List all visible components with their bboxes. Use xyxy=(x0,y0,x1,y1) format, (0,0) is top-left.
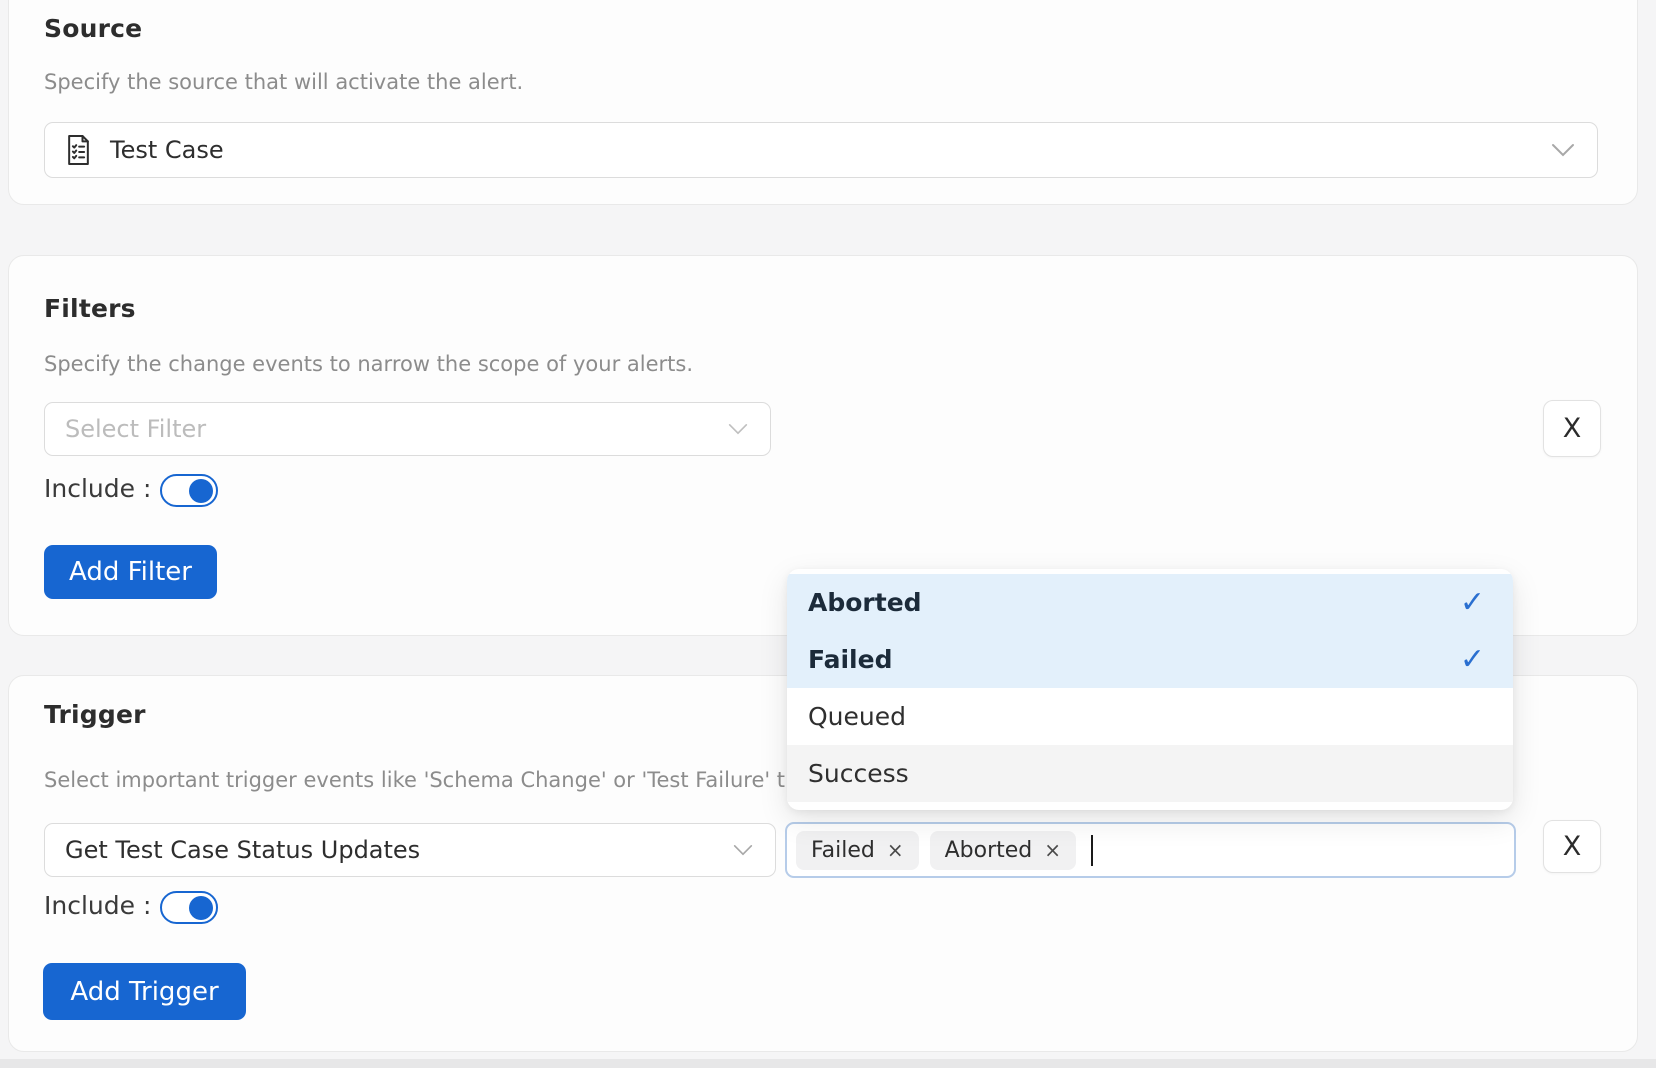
dropdown-option-success[interactable]: Success xyxy=(787,745,1513,802)
source-description: Specify the source that will activate th… xyxy=(44,70,523,94)
chevron-down-icon xyxy=(1551,143,1575,157)
page-bottom-strip xyxy=(0,1059,1656,1068)
text-cursor xyxy=(1091,835,1093,866)
source-select[interactable]: Test Case xyxy=(44,122,1598,178)
dropdown-option-label: Failed xyxy=(808,645,892,674)
alert-config-page: Source Specify the source that will acti… xyxy=(0,0,1656,1068)
toggle-knob xyxy=(189,479,213,503)
status-dropdown-menu: Aborted ✓ Failed ✓ Queued Success xyxy=(787,569,1513,810)
dropdown-option-label: Queued xyxy=(808,702,906,731)
chip-label: Failed xyxy=(811,838,875,863)
selected-event-chip: Failed × xyxy=(796,831,919,870)
trigger-select[interactable]: Get Test Case Status Updates xyxy=(44,823,776,877)
selected-event-chip: Aborted × xyxy=(930,831,1076,870)
source-title: Source xyxy=(44,14,142,43)
chip-label: Aborted xyxy=(945,838,1033,863)
trigger-select-value: Get Test Case Status Updates xyxy=(65,836,420,864)
toggle-knob xyxy=(189,896,213,920)
check-icon: ✓ xyxy=(1460,642,1485,677)
chip-remove-icon[interactable]: × xyxy=(887,838,904,862)
check-icon: ✓ xyxy=(1460,585,1485,620)
filter-select[interactable]: Select Filter xyxy=(44,402,771,456)
source-select-value: Test Case xyxy=(110,136,224,164)
dropdown-option-label: Success xyxy=(808,759,909,788)
dropdown-option-queued[interactable]: Queued xyxy=(787,688,1513,745)
trigger-events-multiselect[interactable]: Failed × Aborted × xyxy=(785,822,1516,878)
trigger-description: Select important trigger events like 'Sc… xyxy=(44,768,785,792)
trigger-include-toggle[interactable] xyxy=(160,891,218,924)
remove-filter-button[interactable]: X xyxy=(1543,400,1601,457)
chip-remove-icon[interactable]: × xyxy=(1044,838,1061,862)
chevron-down-icon xyxy=(728,423,748,435)
dropdown-option-label: Aborted xyxy=(808,588,922,617)
add-filter-button[interactable]: Add Filter xyxy=(44,545,217,599)
chevron-down-icon xyxy=(733,844,753,856)
dropdown-option-aborted[interactable]: Aborted ✓ xyxy=(787,574,1513,631)
trigger-title: Trigger xyxy=(44,700,146,729)
test-case-document-icon xyxy=(65,134,92,166)
remove-trigger-button[interactable]: X xyxy=(1543,820,1601,873)
filters-description: Specify the change events to narrow the … xyxy=(44,352,693,376)
filters-title: Filters xyxy=(44,294,136,323)
add-trigger-button[interactable]: Add Trigger xyxy=(43,963,246,1020)
dropdown-option-failed[interactable]: Failed ✓ xyxy=(787,631,1513,688)
trigger-include-label: Include : xyxy=(44,891,151,920)
filter-include-label: Include : xyxy=(44,474,151,503)
filter-select-placeholder: Select Filter xyxy=(65,415,206,443)
filter-include-toggle[interactable] xyxy=(160,474,218,507)
